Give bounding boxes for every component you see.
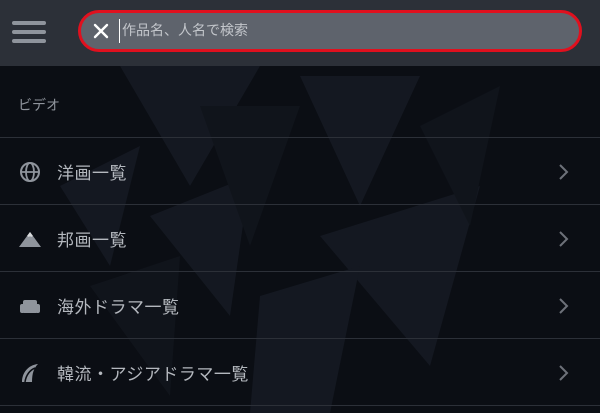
- menu-item-korean-asian-drama[interactable]: 韓流・アジアドラマ一覧: [0, 339, 600, 406]
- menu-list: ビデオ 洋画一覧 邦画一覧 海外ドラマ一覧 韓流・アジアドラマ一覧: [0, 66, 600, 406]
- sofa-icon: [20, 300, 40, 313]
- search-input[interactable]: [119, 19, 572, 43]
- search-box[interactable]: [78, 10, 582, 52]
- menu-item-label: 韓流・アジアドラマ一覧: [57, 365, 249, 385]
- section-title: ビデオ: [0, 66, 600, 138]
- menu-item-label: 邦画一覧: [57, 231, 127, 251]
- mountain-icon: [19, 232, 41, 247]
- chevron-right-icon: [559, 231, 569, 247]
- menu-item-label: 海外ドラマ一覧: [57, 298, 180, 318]
- chevron-right-icon: [559, 164, 569, 180]
- menu-icon[interactable]: [12, 21, 46, 43]
- chevron-right-icon: [559, 365, 569, 381]
- fan-icon: [22, 364, 38, 383]
- menu-item-western-movies[interactable]: 洋画一覧: [0, 138, 600, 205]
- chevron-right-icon: [559, 298, 569, 314]
- menu-item-label: 洋画一覧: [57, 164, 127, 184]
- menu-item-overseas-drama[interactable]: 海外ドラマ一覧: [0, 272, 600, 339]
- top-bar: [0, 0, 600, 66]
- close-icon[interactable]: [90, 20, 112, 42]
- globe-icon: [20, 162, 40, 182]
- menu-item-japanese-movies[interactable]: 邦画一覧: [0, 205, 600, 272]
